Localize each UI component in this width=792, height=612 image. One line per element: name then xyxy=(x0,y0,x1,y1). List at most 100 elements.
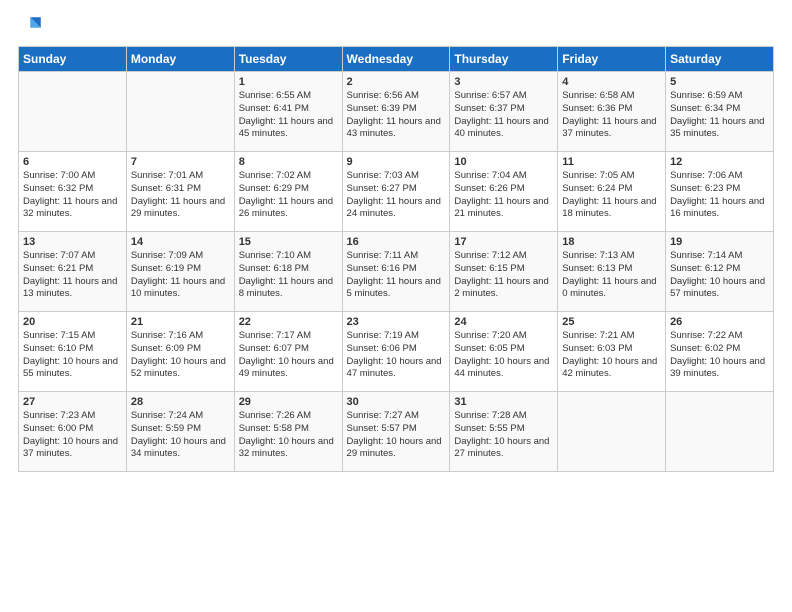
day-number: 30 xyxy=(347,396,446,408)
logo-icon xyxy=(18,12,46,40)
cell-info: Sunrise: 7:27 AM Sunset: 5:57 PM Dayligh… xyxy=(347,410,442,459)
cell-info: Sunrise: 7:01 AM Sunset: 6:31 PM Dayligh… xyxy=(131,170,225,219)
header-thursday: Thursday xyxy=(450,47,558,72)
cell-info: Sunrise: 7:19 AM Sunset: 6:06 PM Dayligh… xyxy=(347,330,442,379)
day-number: 25 xyxy=(562,316,661,328)
header xyxy=(18,12,774,40)
calendar-cell: 19 Sunrise: 7:14 AM Sunset: 6:12 PM Dayli… xyxy=(666,232,774,312)
cell-info: Sunrise: 6:59 AM Sunset: 6:34 PM Dayligh… xyxy=(670,90,764,139)
cell-info: Sunrise: 7:11 AM Sunset: 6:16 PM Dayligh… xyxy=(347,250,441,299)
cell-info: Sunrise: 7:09 AM Sunset: 6:19 PM Dayligh… xyxy=(131,250,225,299)
calendar-cell: 25Sunrise: 7:21 AM Sunset: 6:03 PM Dayli… xyxy=(558,312,666,392)
cell-info: Sunrise: 6:58 AM Sunset: 6:36 PM Dayligh… xyxy=(562,90,656,139)
cell-info: Sunrise: 6:56 AM Sunset: 6:39 PM Dayligh… xyxy=(347,90,441,139)
calendar-cell: 5Sunrise: 6:59 AM Sunset: 6:34 PM Daylig… xyxy=(666,72,774,152)
header-tuesday: Tuesday xyxy=(234,47,342,72)
cell-info: Sunrise: 7:06 AM Sunset: 6:23 PM Dayligh… xyxy=(670,170,764,219)
cell-info: Sunrise: 7:05 AM Sunset: 6:24 PM Dayligh… xyxy=(562,170,656,219)
calendar-cell: 24 Sunrise: 7:20 AM Sunset: 6:05 PM Dayli… xyxy=(450,312,558,392)
week-row-2: 13 Sunrise: 7:07 AM Sunset: 6:21 PM Dayli… xyxy=(19,232,774,312)
calendar-cell: 30 Sunrise: 7:27 AM Sunset: 5:57 PM Dayli… xyxy=(342,392,450,472)
day-number: 10 xyxy=(454,156,553,168)
calendar-cell: 20Sunrise: 7:15 AM Sunset: 6:10 PM Dayli… xyxy=(19,312,127,392)
cell-info: Sunrise: 7:17 AM Sunset: 6:07 PM Dayligh… xyxy=(239,330,334,379)
cell-info: Sunrise: 7:24 AM Sunset: 5:59 PM Dayligh… xyxy=(131,410,226,459)
day-number: 24 xyxy=(454,316,553,328)
calendar-cell: 31Sunrise: 7:28 AM Sunset: 5:55 PM Dayli… xyxy=(450,392,558,472)
day-number: 23 xyxy=(347,316,446,328)
calendar-cell: 18 Sunrise: 7:13 AM Sunset: 6:13 PM Dayli… xyxy=(558,232,666,312)
week-row-1: 6 Sunrise: 7:00 AM Sunset: 6:32 PM Daylig… xyxy=(19,152,774,232)
cell-info: Sunrise: 7:15 AM Sunset: 6:10 PM Dayligh… xyxy=(23,330,118,379)
calendar-cell: 1 Sunrise: 6:55 AM Sunset: 6:41 PM Daylig… xyxy=(234,72,342,152)
cell-info: Sunrise: 7:14 AM Sunset: 6:12 PM Dayligh… xyxy=(670,250,765,299)
calendar-cell: 29 Sunrise: 7:26 AM Sunset: 5:58 PM Dayli… xyxy=(234,392,342,472)
week-row-4: 27 Sunrise: 7:23 AM Sunset: 6:00 PM Dayli… xyxy=(19,392,774,472)
logo xyxy=(18,12,50,40)
calendar-cell: 11 Sunrise: 7:05 AM Sunset: 6:24 PM Dayli… xyxy=(558,152,666,232)
calendar-cell: 16 Sunrise: 7:11 AM Sunset: 6:16 PM Dayli… xyxy=(342,232,450,312)
calendar-cell xyxy=(558,392,666,472)
cell-info: Sunrise: 7:20 AM Sunset: 6:05 PM Dayligh… xyxy=(454,330,549,379)
cell-info: Sunrise: 6:57 AM Sunset: 6:37 PM Dayligh… xyxy=(454,90,548,139)
header-sunday: Sunday xyxy=(19,47,127,72)
day-number: 26 xyxy=(670,316,769,328)
cell-info: Sunrise: 7:04 AM Sunset: 6:26 PM Dayligh… xyxy=(454,170,548,219)
calendar-cell xyxy=(19,72,127,152)
calendar-cell: 27 Sunrise: 7:23 AM Sunset: 6:00 PM Dayli… xyxy=(19,392,127,472)
cell-info: Sunrise: 7:07 AM Sunset: 6:21 PM Dayligh… xyxy=(23,250,117,299)
day-number: 9 xyxy=(347,156,446,168)
calendar-cell: 23 Sunrise: 7:19 AM Sunset: 6:06 PM Dayli… xyxy=(342,312,450,392)
calendar-table: SundayMondayTuesdayWednesdayThursdayFrid… xyxy=(18,46,774,472)
day-number: 8 xyxy=(239,156,338,168)
day-number: 17 xyxy=(454,236,553,248)
header-monday: Monday xyxy=(126,47,234,72)
header-saturday: Saturday xyxy=(666,47,774,72)
calendar-cell: 12 Sunrise: 7:06 AM Sunset: 6:23 PM Dayli… xyxy=(666,152,774,232)
calendar-cell: 2Sunrise: 6:56 AM Sunset: 6:39 PM Daylig… xyxy=(342,72,450,152)
calendar-cell: 14 Sunrise: 7:09 AM Sunset: 6:19 PM Dayli… xyxy=(126,232,234,312)
day-number: 27 xyxy=(23,396,122,408)
calendar-cell: 4 Sunrise: 6:58 AM Sunset: 6:36 PM Daylig… xyxy=(558,72,666,152)
calendar-cell: 15Sunrise: 7:10 AM Sunset: 6:18 PM Dayli… xyxy=(234,232,342,312)
cell-info: Sunrise: 6:55 AM Sunset: 6:41 PM Dayligh… xyxy=(239,90,333,139)
cell-info: Sunrise: 7:02 AM Sunset: 6:29 PM Dayligh… xyxy=(239,170,333,219)
calendar-cell: 26 Sunrise: 7:22 AM Sunset: 6:02 PM Dayli… xyxy=(666,312,774,392)
calendar-cell: 21 Sunrise: 7:16 AM Sunset: 6:09 PM Dayli… xyxy=(126,312,234,392)
cell-info: Sunrise: 7:22 AM Sunset: 6:02 PM Dayligh… xyxy=(670,330,765,379)
cell-info: Sunrise: 7:00 AM Sunset: 6:32 PM Dayligh… xyxy=(23,170,117,219)
day-number: 6 xyxy=(23,156,122,168)
cell-info: Sunrise: 7:12 AM Sunset: 6:15 PM Dayligh… xyxy=(454,250,548,299)
calendar-cell: 8 Sunrise: 7:02 AM Sunset: 6:29 PM Daylig… xyxy=(234,152,342,232)
cell-info: Sunrise: 7:23 AM Sunset: 6:00 PM Dayligh… xyxy=(23,410,118,459)
day-number: 22 xyxy=(239,316,338,328)
cell-info: Sunrise: 7:13 AM Sunset: 6:13 PM Dayligh… xyxy=(562,250,656,299)
calendar-cell xyxy=(666,392,774,472)
calendar-cell: 13 Sunrise: 7:07 AM Sunset: 6:21 PM Dayli… xyxy=(19,232,127,312)
calendar-cell: 3 Sunrise: 6:57 AM Sunset: 6:37 PM Daylig… xyxy=(450,72,558,152)
header-row: SundayMondayTuesdayWednesdayThursdayFrid… xyxy=(19,47,774,72)
day-number: 21 xyxy=(131,316,230,328)
day-number: 1 xyxy=(239,76,338,88)
day-number: 29 xyxy=(239,396,338,408)
calendar-cell: 9 Sunrise: 7:03 AM Sunset: 6:27 PM Daylig… xyxy=(342,152,450,232)
day-number: 11 xyxy=(562,156,661,168)
cell-info: Sunrise: 7:16 AM Sunset: 6:09 PM Dayligh… xyxy=(131,330,226,379)
day-number: 16 xyxy=(347,236,446,248)
day-number: 7 xyxy=(131,156,230,168)
day-number: 18 xyxy=(562,236,661,248)
day-number: 3 xyxy=(454,76,553,88)
page: SundayMondayTuesdayWednesdayThursdayFrid… xyxy=(0,0,792,480)
day-number: 12 xyxy=(670,156,769,168)
day-number: 13 xyxy=(23,236,122,248)
day-number: 4 xyxy=(562,76,661,88)
cell-info: Sunrise: 7:10 AM Sunset: 6:18 PM Dayligh… xyxy=(239,250,333,299)
cell-info: Sunrise: 7:03 AM Sunset: 6:27 PM Dayligh… xyxy=(347,170,441,219)
calendar-cell: 28Sunrise: 7:24 AM Sunset: 5:59 PM Dayli… xyxy=(126,392,234,472)
day-number: 19 xyxy=(670,236,769,248)
calendar-cell: 22 Sunrise: 7:17 AM Sunset: 6:07 PM Dayli… xyxy=(234,312,342,392)
week-row-3: 20Sunrise: 7:15 AM Sunset: 6:10 PM Dayli… xyxy=(19,312,774,392)
calendar-cell: 7 Sunrise: 7:01 AM Sunset: 6:31 PM Daylig… xyxy=(126,152,234,232)
cell-info: Sunrise: 7:26 AM Sunset: 5:58 PM Dayligh… xyxy=(239,410,334,459)
day-number: 14 xyxy=(131,236,230,248)
